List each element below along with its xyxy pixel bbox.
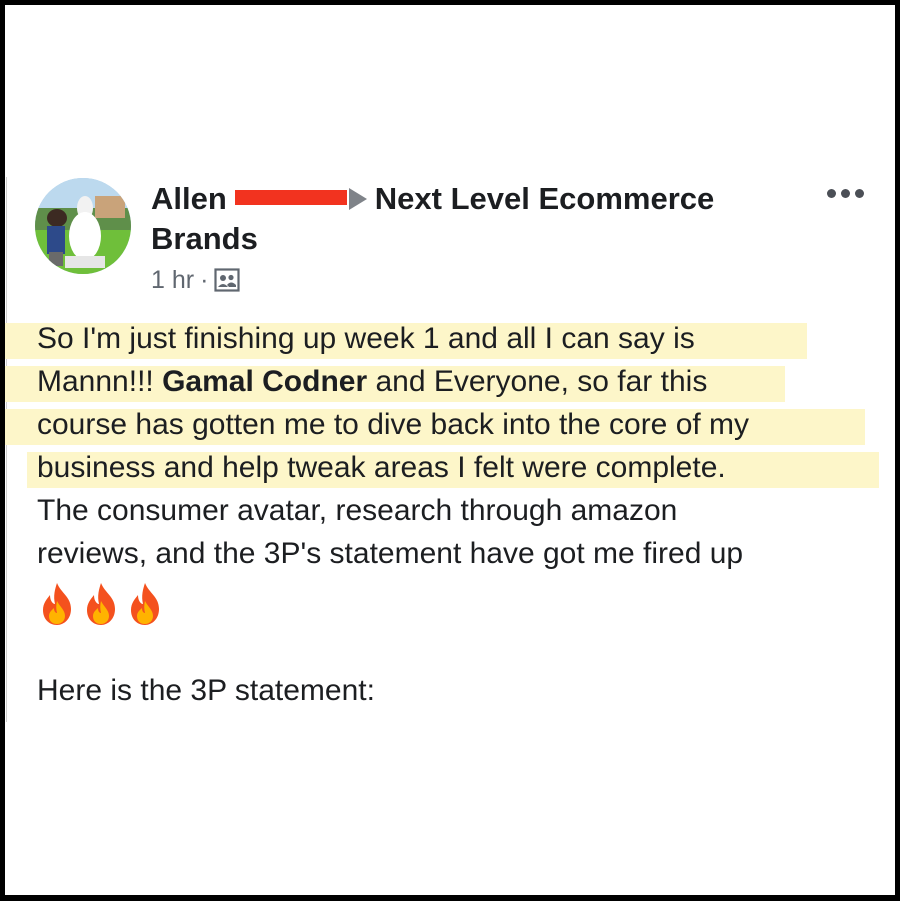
author-name[interactable]: Allen	[151, 181, 227, 216]
emoji-row	[37, 581, 887, 629]
card-left-border	[6, 177, 7, 722]
post-line: So I'm just finishing up week 1 and all …	[5, 317, 887, 360]
post-line: course has gotten me to dive back into t…	[5, 403, 887, 446]
timestamp[interactable]: 1 hr	[151, 265, 194, 295]
post-line: Mannn!!! Gamal Codner and Everyone, so f…	[5, 360, 887, 403]
post-line: business and help tweak areas I felt wer…	[27, 446, 887, 489]
fire-emoji-icon	[131, 583, 159, 625]
post-title: Allen Next Level Ecommerce	[151, 179, 811, 219]
group-name-continued[interactable]: Brands	[151, 219, 811, 259]
redaction-bar	[234, 190, 347, 206]
post-meta: 1 hr ·	[151, 265, 241, 295]
mention-link[interactable]: Gamal Codner	[162, 365, 367, 398]
fire-emoji-icon	[87, 583, 115, 625]
more-dots-icon[interactable]	[827, 189, 864, 198]
fire-emoji-icon	[43, 583, 71, 625]
meta-separator: ·	[200, 266, 209, 294]
post-line: Here is the 3P statement:	[37, 674, 375, 707]
post-line: reviews, and the 3P's statement have got…	[37, 537, 744, 570]
avatar[interactable]	[35, 178, 131, 274]
group-name[interactable]: Next Level Ecommerce	[375, 181, 714, 216]
post-header: Allen Next Level Ecommerce Brands	[151, 179, 811, 259]
post-card: Allen Next Level Ecommerce Brands 1 hr · …	[5, 5, 895, 895]
post-body: So I'm just finishing up week 1 and all …	[5, 317, 887, 712]
caret-right-icon	[348, 187, 367, 210]
post-line: The consumer avatar, research through am…	[37, 494, 678, 527]
group-members-icon	[214, 268, 241, 292]
